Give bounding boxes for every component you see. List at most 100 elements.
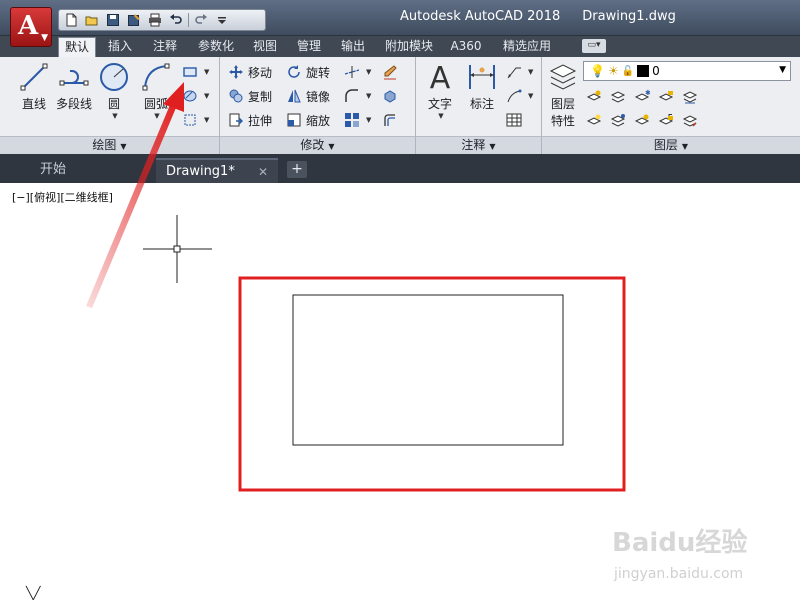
layer-color-swatch <box>637 65 650 77</box>
layer-match-button[interactable] <box>682 110 702 132</box>
fillet-button[interactable]: ▼ <box>344 85 371 107</box>
array-button[interactable]: ▼ <box>344 109 371 131</box>
offset-button[interactable] <box>382 109 402 131</box>
ribbon: 直线 多段线 圆 ▼ 圆弧 ▼ ▼ ▼ ▼ 绘图 ▼ 移动 旋转 ▼ 复制 镜像… <box>0 57 800 154</box>
offset-icon <box>384 114 395 126</box>
new-icon[interactable] <box>61 11 81 29</box>
circle-button[interactable]: 圆 ▼ <box>94 61 134 120</box>
layer-unlock-icon <box>658 114 674 125</box>
svg-text:✱: ✱ <box>645 89 650 97</box>
tab-addins[interactable]: 附加模块 <box>378 37 440 57</box>
layer-state-icon <box>682 91 698 104</box>
layer-unisolate-button[interactable] <box>610 110 630 132</box>
tab-featured-apps[interactable]: 精选应用 <box>496 37 558 57</box>
tab-insert[interactable]: 插入 <box>100 37 140 57</box>
table-button[interactable] <box>506 109 526 131</box>
undo-icon[interactable] <box>166 11 186 29</box>
layer-lock-button[interactable] <box>658 86 678 108</box>
layers-panel-title-text: 图层 <box>653 138 678 152</box>
trim-button[interactable]: ▼ <box>344 61 371 83</box>
qat-separator <box>188 13 189 27</box>
window-title: Autodesk AutoCAD 2018 Drawing1.dwg <box>400 9 698 24</box>
new-tab-button[interactable]: + <box>287 161 307 178</box>
application-menu-button[interactable]: A ▼ <box>10 7 52 47</box>
array-icon <box>345 113 359 127</box>
circle-label: 圆 <box>107 97 120 111</box>
layer-on-button[interactable] <box>586 110 606 132</box>
move-button[interactable]: 移动 <box>228 61 272 83</box>
tab-manage[interactable]: 管理 <box>290 37 328 57</box>
layer-properties-button[interactable]: 图层 特性 <box>546 61 580 129</box>
chevron-down-icon: ▼ <box>204 68 210 76</box>
annotation-panel-title[interactable]: 注释 ▼ <box>416 136 541 154</box>
layer-isolate-button[interactable] <box>610 86 630 108</box>
chevron-down-icon: ▼ <box>112 112 118 120</box>
layer-thaw-icon <box>634 114 650 125</box>
stretch-button[interactable]: 拉伸 <box>228 109 272 131</box>
arc-icon <box>142 63 170 91</box>
layer-state-button[interactable] <box>682 86 702 108</box>
polyline-button[interactable]: 多段线 <box>54 61 94 112</box>
arc-button[interactable]: 圆弧 ▼ <box>136 61 176 120</box>
viewport-controls[interactable]: [−][俯视][二维线框] <box>12 189 113 205</box>
save-as-icon[interactable] <box>124 11 144 29</box>
boundary-button[interactable]: ▼ <box>182 109 209 131</box>
leader-button[interactable]: ▼ <box>506 61 533 83</box>
save-icon[interactable] <box>103 11 123 29</box>
layers-panel-title[interactable]: 图层 ▼ <box>542 136 800 154</box>
current-layer-name: 0 <box>652 64 660 78</box>
modify-panel-title-text: 修改 <box>300 138 325 152</box>
file-name: Drawing1.dwg <box>582 9 676 24</box>
layer-thaw-button[interactable] <box>634 110 654 132</box>
open-icon[interactable] <box>82 11 102 29</box>
file-tab-start[interactable]: 开始 <box>30 158 148 183</box>
layers-panel: 图层 特性 💡 ☀ 🔓 0 ▼ ✱ 图层 ▼ <box>542 57 800 154</box>
layer-freeze-button[interactable]: ✱ <box>634 86 654 108</box>
move-label: 移动 <box>248 65 273 80</box>
multileader-button[interactable]: ▼ <box>506 85 533 107</box>
layer-off-button[interactable] <box>586 86 606 108</box>
draw-panel-title[interactable]: 绘图 ▼ <box>0 136 219 154</box>
chevron-down-icon: ▼ <box>204 92 210 100</box>
watermark-logo: Baidu经验 <box>612 528 748 558</box>
copy-button[interactable]: 复制 <box>228 85 272 107</box>
scale-button[interactable]: 缩放 <box>286 109 330 131</box>
qat-menu-icon[interactable] <box>212 11 232 29</box>
hatch-button[interactable]: ▼ <box>182 85 209 107</box>
erase-button[interactable] <box>382 61 402 83</box>
file-tab-drawing1[interactable]: Drawing1* ✕ <box>156 158 278 183</box>
modify-panel-title[interactable]: 修改 ▼ <box>220 136 415 154</box>
rotate-button[interactable]: 旋转 <box>286 61 330 83</box>
plot-icon[interactable] <box>145 11 165 29</box>
tab-annotate[interactable]: 注释 <box>145 37 185 57</box>
chevron-down-icon: ▼ <box>41 33 48 43</box>
dimension-button[interactable]: 标注 <box>462 61 502 112</box>
stretch-icon <box>229 113 243 127</box>
explode-button[interactable] <box>382 85 402 107</box>
layer-dropdown[interactable]: 💡 ☀ 🔓 0 ▼ <box>583 61 791 81</box>
tab-view[interactable]: 视图 <box>246 37 284 57</box>
chevron-down-icon: ▼ <box>154 112 160 120</box>
sun-icon: ☀ <box>607 64 619 78</box>
tab-a360[interactable]: A360 <box>446 37 486 57</box>
text-button[interactable]: A 文字 ▼ <box>422 61 458 120</box>
tab-parametric[interactable]: 参数化 <box>190 37 242 57</box>
layer-unlock-button[interactable] <box>658 110 678 132</box>
mirror-button[interactable]: 镜像 <box>286 85 330 107</box>
stretch-label: 拉伸 <box>248 113 273 128</box>
draw-panel-title-text: 绘图 <box>92 138 117 152</box>
tab-output[interactable]: 输出 <box>334 37 372 57</box>
line-button[interactable]: 直线 <box>14 61 54 112</box>
redo-icon[interactable] <box>191 11 211 29</box>
title-bar: A ▼ Autodesk AutoCAD 2018 Drawing1.dwg <box>0 0 800 47</box>
leader-icon <box>507 67 521 79</box>
tab-home[interactable]: 默认 <box>58 37 96 57</box>
mirror-icon <box>288 89 301 103</box>
close-icon[interactable]: ✕ <box>258 160 268 184</box>
rectangle-button[interactable]: ▼ <box>182 61 209 83</box>
ribbon-toggle-icon[interactable]: ▭▾ <box>582 39 606 53</box>
layer-unisolate-icon <box>610 114 626 127</box>
chevron-down-icon: ▼ <box>204 116 210 124</box>
app-title: Autodesk AutoCAD 2018 <box>400 9 561 24</box>
rotate-icon <box>288 65 300 78</box>
